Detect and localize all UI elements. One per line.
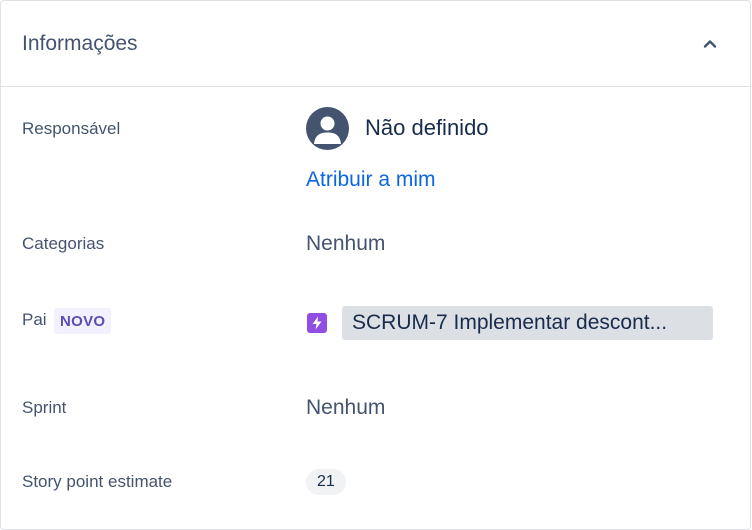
sprint-value[interactable]: Nenhum xyxy=(306,396,385,420)
story-points-value[interactable]: 21 xyxy=(306,469,346,495)
assignee-value[interactable]: Não definido xyxy=(365,115,489,141)
parent-issue-link[interactable]: SCRUM-7 Implementar descont... xyxy=(342,306,713,340)
details-panel: Informações Responsável Não definido Atr… xyxy=(0,0,751,530)
chevron-up-icon[interactable] xyxy=(700,34,720,54)
sprint-label: Sprint xyxy=(22,398,67,417)
assignee-label: Responsável xyxy=(22,119,121,138)
user-avatar-icon xyxy=(306,107,349,150)
panel-header[interactable]: Informações xyxy=(1,1,750,87)
assign-to-me-link[interactable]: Atribuir a mim xyxy=(306,168,436,192)
new-badge: NOVO xyxy=(54,308,112,334)
story-points-label: Story point estimate xyxy=(22,472,173,491)
panel-title: Informações xyxy=(22,31,138,55)
epic-icon xyxy=(307,313,327,333)
parent-label: Pai xyxy=(22,310,47,329)
categories-value[interactable]: Nenhum xyxy=(306,232,385,256)
categories-label: Categorias xyxy=(22,234,105,253)
